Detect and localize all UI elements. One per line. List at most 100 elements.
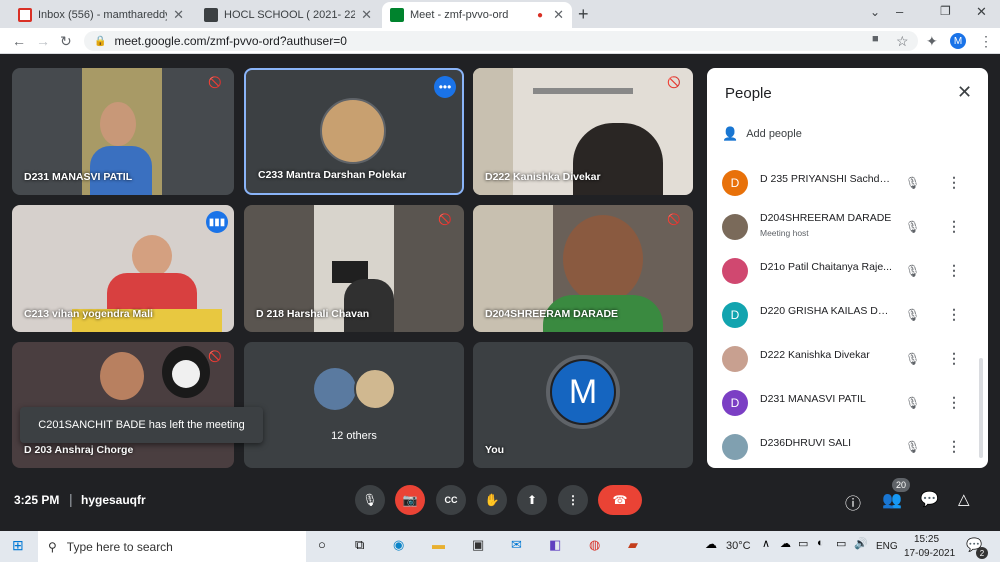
add-person-icon: 👤: [722, 126, 739, 141]
video-tile[interactable]: 🚫 D231 MANASVI PATIL: [12, 68, 234, 195]
more-options-icon[interactable]: ⋮: [947, 394, 961, 411]
participant-avatar: [722, 214, 748, 240]
chrome-icon[interactable]: ◍: [589, 537, 600, 553]
tab-search-icon[interactable]: ⌄: [870, 5, 880, 19]
people-panel: People ✕ 👤 Add people D D 235 PRIYANSHI …: [707, 68, 988, 468]
participant-name: D 218 Harshali Chavan: [256, 308, 370, 320]
participant-row[interactable]: D D 235 PRIYANSHI Sachdeva 🎙 ⋮: [707, 162, 988, 206]
windows-start-icon[interactable]: ⊞: [12, 537, 24, 554]
url-field[interactable]: 🔒 meet.google.com/zmf-pvvo-ord?authuser=…: [84, 31, 918, 51]
more-options-icon[interactable]: •••: [434, 76, 456, 98]
bookmark-star-icon[interactable]: ☆: [896, 33, 909, 50]
raise-hand-button[interactable]: ✋: [477, 485, 507, 515]
language-indicator[interactable]: ENG: [876, 541, 898, 552]
participant-row[interactable]: D222 Kanishka Divekar 🎙 ⋮: [707, 338, 988, 382]
more-options-icon[interactable]: ⋮: [947, 306, 961, 323]
video-tile[interactable]: ••• C233 Mantra Darshan Polekar: [244, 68, 464, 195]
edge-icon[interactable]: ◉: [393, 537, 404, 553]
more-options-icon[interactable]: ⋮: [947, 174, 961, 191]
clock-time: 15:25: [914, 534, 940, 545]
video-tile[interactable]: 🚫 D222 Kanishka Divekar: [473, 68, 693, 195]
forward-icon[interactable]: →: [36, 33, 50, 49]
tab-inbox[interactable]: Inbox (556) - mamthareddy@me... ✕: [10, 2, 192, 28]
hang-up-icon: ☎: [612, 493, 628, 507]
participant-figure: [573, 123, 663, 195]
self-tile[interactable]: M You: [473, 342, 693, 468]
more-options-icon[interactable]: ⋮: [947, 438, 961, 455]
more-options-icon[interactable]: ⋮: [947, 350, 961, 367]
participant-figure: [100, 352, 144, 400]
people-icon[interactable]: 👥: [882, 490, 902, 510]
video-tile[interactable]: 🚫 D204SHREERAM DARADE: [473, 205, 693, 332]
store-icon[interactable]: ▣: [472, 537, 484, 553]
muted-mic-icon: 🚫: [208, 351, 222, 363]
participant-figure: [132, 235, 172, 277]
cortana-icon[interactable]: ○: [318, 537, 326, 552]
participant-count-badge: 20: [892, 478, 910, 492]
activities-icon[interactable]: △: [958, 490, 970, 508]
more-options-icon[interactable]: ⋮: [947, 218, 961, 235]
tab-meet[interactable]: Meet - zmf-pvvo-ord ● ✕: [382, 2, 572, 28]
window-close-icon[interactable]: ✕: [976, 4, 987, 20]
participant-name: D204SHREERAM DARADE: [485, 308, 619, 320]
video-tile[interactable]: ▮▮▮ C213 vihan yogendra Mali: [12, 205, 234, 332]
participant-row[interactable]: D21o Patil Chaitanya Raje... 🎙 ⋮: [707, 250, 988, 294]
app-icon[interactable]: ◧: [549, 537, 561, 553]
muted-mic-icon: 🎙: [905, 396, 921, 410]
present-button[interactable]: ⬆: [517, 485, 547, 515]
participant-row[interactable]: D D231 MANASVI PATIL 🎙 ⋮: [707, 382, 988, 426]
profile-avatar[interactable]: M: [950, 33, 966, 49]
participant-row[interactable]: D204SHREERAM DARADE Meeting host 🎙 ⋮: [707, 206, 988, 250]
participant-row[interactable]: D236DHRUVI SALI 🎙 ⋮: [707, 426, 988, 468]
restore-icon[interactable]: ❐: [940, 4, 951, 18]
participant-name: D 235 PRIYANSHI Sachdeva: [760, 173, 892, 185]
video-tile[interactable]: 12 others: [244, 342, 464, 468]
mail-icon[interactable]: ✉: [511, 537, 522, 553]
video-tile[interactable]: 🚫 D 203 Anshraj Chorge: [12, 342, 234, 468]
camera-button[interactable]: 📷: [395, 485, 425, 515]
tray-icon[interactable]: ◐: [817, 537, 824, 549]
participant-avatar: [314, 368, 356, 410]
tab-label: Meet - zmf-pvvo-ord: [410, 9, 509, 21]
meet-icon: [390, 8, 404, 22]
back-icon[interactable]: ←: [12, 33, 26, 49]
powerpoint-icon[interactable]: ▰: [628, 537, 638, 553]
video-tile[interactable]: 🚫 D 218 Harshali Chavan: [244, 205, 464, 332]
participant-figure: [344, 279, 394, 332]
mic-button[interactable]: 🎙: [355, 485, 385, 515]
new-tab-button[interactable]: +: [578, 4, 589, 25]
captions-button[interactable]: CC: [436, 485, 466, 515]
more-options-icon[interactable]: ⋮: [947, 262, 961, 279]
add-people-button[interactable]: 👤 Add people: [722, 124, 802, 144]
captions-icon: CC: [444, 495, 458, 505]
close-panel-icon[interactable]: ✕: [957, 82, 972, 103]
camera-icon[interactable]: ■: [872, 33, 879, 45]
tray-icon[interactable]: ▭: [798, 537, 808, 550]
others-count: 12 others: [331, 430, 377, 442]
volume-icon[interactable]: 🔊: [854, 537, 868, 550]
participant-row[interactable]: D D220 GRISHA KAILAS DH... 🎙 ⋮: [707, 294, 988, 338]
minimize-icon[interactable]: –: [896, 4, 903, 19]
menu-icon[interactable]: ⋮: [979, 33, 993, 50]
close-icon[interactable]: ✕: [553, 7, 564, 23]
close-icon[interactable]: ✕: [361, 7, 372, 23]
close-icon[interactable]: ✕: [173, 7, 184, 23]
tray-chevron-icon[interactable]: ∧: [762, 537, 770, 550]
tray-icon[interactable]: ☁: [780, 537, 791, 550]
notification-badge: 2: [976, 547, 988, 559]
task-view-icon[interactable]: ⧉: [355, 537, 364, 553]
file-explorer-icon[interactable]: ▬: [432, 537, 445, 552]
participant-figure: [100, 102, 136, 146]
leave-call-button[interactable]: ☎: [598, 485, 642, 515]
tab-classroom[interactable]: HOCL SCHOOL ( 2021- 22) CLAS... ✕: [196, 2, 380, 28]
info-icon[interactable]: ⓘ: [845, 490, 861, 514]
battery-icon[interactable]: ▭: [836, 537, 846, 550]
more-options-button[interactable]: ⋮: [558, 485, 588, 515]
muted-mic-icon: 🎙: [905, 440, 921, 454]
participant-avatar: D: [722, 170, 748, 196]
teddy-bear: [172, 360, 200, 388]
chat-icon[interactable]: 💬: [920, 490, 939, 508]
taskbar-search[interactable]: ⚲ Type here to search: [38, 531, 306, 562]
reload-icon[interactable]: ↻: [60, 33, 72, 50]
extensions-icon[interactable]: ✦: [926, 33, 938, 50]
